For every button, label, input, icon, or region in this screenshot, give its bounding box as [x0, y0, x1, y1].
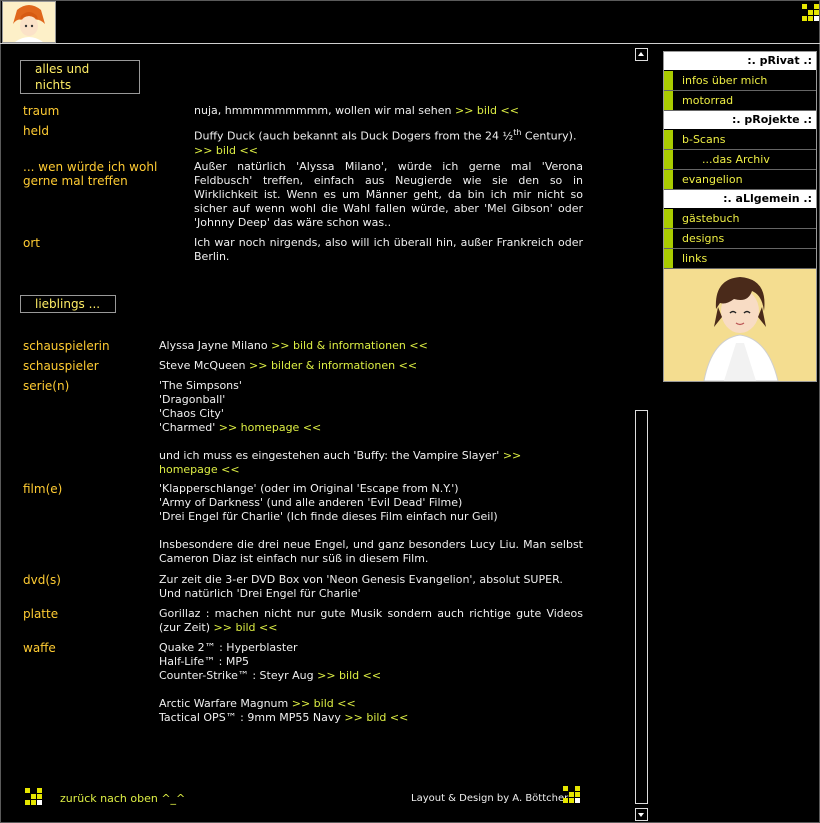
text-held: Duffy Duck (auch bekannt als Duck Dogers…	[194, 129, 514, 143]
text-waffe-1: Quake 2™ : Hyperblaster	[159, 641, 298, 654]
pixel-ornament-icon	[802, 4, 819, 21]
main-content: alles und nichts traum nuja, hmmmmmmmmm,…	[0, 44, 630, 821]
top-bar	[0, 0, 820, 44]
row-waffe: waffe Quake 2™ : Hyperblaster Half-Life™…	[23, 641, 583, 727]
label-dvd: dvd(s)	[23, 573, 61, 587]
label-ort: ort	[23, 236, 40, 250]
link-traum-bild[interactable]: >> bild <<	[455, 104, 519, 117]
menu-item-archiv[interactable]: ...das Archiv	[664, 150, 816, 170]
menu-item-gaestebuch[interactable]: gästebuch	[664, 209, 816, 229]
row-treffen: ... wen würde ich wohl gerne mal treffen…	[23, 160, 583, 230]
label-serie: serie(n)	[23, 379, 70, 393]
pixel-ornament-left-icon	[25, 788, 42, 805]
label-treffen: ... wen würde ich wohl gerne mal treffen	[23, 160, 158, 188]
text-treffen: Außer natürlich 'Alyssa Milano', würde i…	[194, 160, 583, 229]
text-film-2: 'Army of Darkness' (und alle anderen 'Ev…	[159, 496, 463, 509]
content-scrollbar[interactable]	[635, 48, 648, 822]
row-platte: platte Gorillaz : machen nicht nur gute …	[23, 607, 583, 635]
link-tactical-bild[interactable]: >> bild <<	[344, 711, 408, 724]
text-traum: nuja, hmmmmmmmmm, wollen wir mal sehen	[194, 104, 455, 117]
text-waffe-4: Arctic Warfare Magnum	[159, 697, 292, 710]
menu-item-evangelion[interactable]: evangelion	[664, 170, 816, 190]
menu-item-bscans[interactable]: b-Scans	[664, 130, 816, 150]
anime-portrait-image	[664, 269, 816, 381]
section-title-alles: alles und nichts	[20, 60, 140, 94]
arrow-up-icon	[638, 52, 644, 56]
text-serie-3: 'Chaos City'	[159, 407, 224, 420]
text-film-1: 'Klapperschlange' (oder im Original 'Esc…	[159, 482, 459, 495]
scroll-down-button[interactable]	[635, 808, 648, 821]
menu-header-projekte: :. pRojekte .:	[664, 111, 816, 130]
label-platte: platte	[23, 607, 59, 621]
link-platte-bild[interactable]: >> bild <<	[214, 621, 278, 634]
row-serie: serie(n) 'The Simpsons' 'Dragonball' 'Ch…	[23, 379, 583, 479]
text-serie-5: und ich muss es eingestehen auch 'Buffy:…	[159, 449, 503, 462]
link-steyr-bild[interactable]: >> bild <<	[317, 669, 381, 682]
credit-text: Layout & Design by A. Böttcher	[411, 793, 569, 804]
arrow-down-icon	[638, 813, 644, 817]
pixel-ornament-right-icon	[563, 786, 580, 803]
text-film-4: Insbesondere die drei neue Engel, und ga…	[159, 538, 583, 565]
label-film: film(e)	[23, 482, 63, 496]
text-schauspieler: Steve McQueen	[159, 359, 250, 372]
text-schauspielerin: Alyssa Jayne Milano	[159, 339, 272, 352]
text-serie-4: 'Charmed'	[159, 421, 219, 434]
row-traum: traum nuja, hmmmmmmmmm, wollen wir mal s…	[23, 104, 583, 118]
link-held-bild[interactable]: >> bild <<	[194, 144, 258, 157]
row-film: film(e) 'Klapperschlange' (oder im Origi…	[23, 482, 583, 572]
menu-header-allgemein: :. aLlgemein .:	[664, 190, 816, 209]
text-serie-1: 'The Simpsons'	[159, 379, 242, 392]
link-arctic-bild[interactable]: >> bild <<	[292, 697, 356, 710]
label-schauspieler: schauspieler	[23, 359, 99, 373]
row-schauspielerin: schauspielerin Alyssa Jayne Milano >> bi…	[23, 339, 583, 353]
section-title-lieblings: lieblings ...	[20, 295, 116, 313]
menu-item-motorrad[interactable]: motorrad	[664, 91, 816, 111]
text-serie-2: 'Dragonball'	[159, 393, 226, 406]
row-held: held Duffy Duck (auch bekannt als Duck D…	[23, 124, 583, 157]
link-schauspieler-info[interactable]: >> bilder & informationen <<	[249, 359, 417, 372]
link-charmed-homepage[interactable]: >> homepage <<	[219, 421, 322, 434]
text-waffe-5: Tactical OPS™ : 9mm MP55 Navy	[159, 711, 345, 724]
text-film-3: 'Drei Engel für Charlie' (Ich finde dies…	[159, 510, 498, 523]
row-ort: ort Ich war noch nirgends, also will ich…	[23, 236, 583, 264]
scroll-thumb[interactable]	[635, 410, 648, 804]
label-waffe: waffe	[23, 641, 56, 655]
anime-logo-image[interactable]	[2, 1, 56, 43]
scroll-up-button[interactable]	[635, 48, 648, 61]
text-dvd-1: Zur zeit die 3-er DVD Box von 'Neon Gene…	[159, 573, 563, 586]
menu-item-links[interactable]: links	[664, 249, 816, 269]
row-schauspieler: schauspieler Steve McQueen >> bilder & i…	[23, 359, 583, 373]
menu-header-privat: :. pRivat .:	[664, 52, 816, 71]
label-schauspielerin: schauspielerin	[23, 339, 110, 353]
text-held-tail: Century).	[521, 129, 577, 143]
label-traum: traum	[23, 104, 60, 118]
label-held: held	[23, 124, 49, 138]
menu-item-infos[interactable]: infos über mich	[664, 71, 816, 91]
text-waffe-3: Counter-Strike™ : Steyr Aug	[159, 669, 318, 682]
text-ort: Ich war noch nirgends, also will ich übe…	[194, 236, 583, 263]
link-schauspielerin-info[interactable]: >> bild & informationen <<	[271, 339, 428, 352]
menu-item-designs[interactable]: designs	[664, 229, 816, 249]
row-dvd: dvd(s) Zur zeit die 3-er DVD Box von 'Ne…	[23, 573, 583, 601]
back-to-top-link[interactable]: zurück nach oben ^_^	[60, 793, 185, 805]
text-waffe-2: Half-Life™ : MP5	[159, 655, 249, 668]
text-dvd-2: Und natürlich 'Drei Engel für Charlie'	[159, 587, 361, 600]
nav-menu: :. pRivat .: infos über mich motorrad :.…	[663, 51, 817, 382]
